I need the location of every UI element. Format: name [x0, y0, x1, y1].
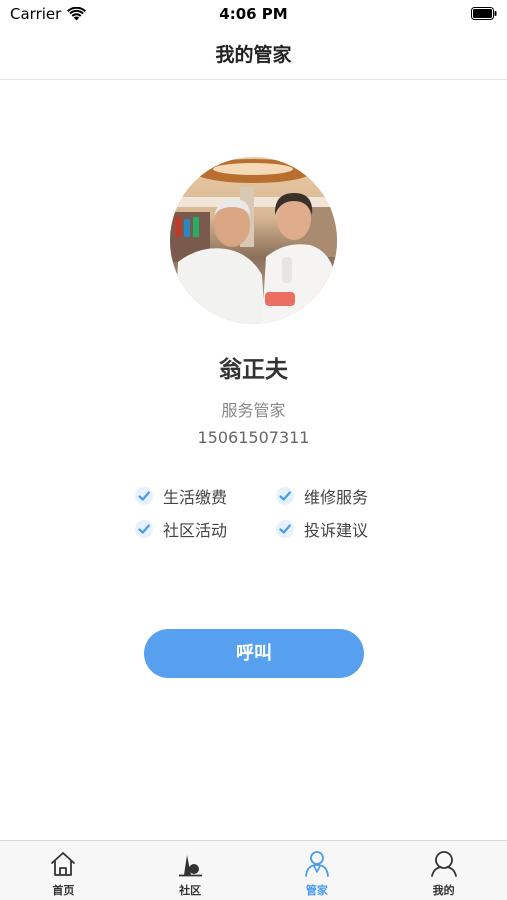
tab-profile[interactable]: 我的 [380, 841, 507, 900]
check-icon [135, 487, 153, 505]
service-item-complaints: 投诉建议 [275, 517, 368, 541]
screen: Carrier 4:06 PM 我的管家 翁正夫 服务管家 1506150731… [0, 0, 507, 900]
avatar-photo [170, 157, 337, 324]
service-label: 投诉建议 [304, 521, 369, 540]
check-icon [135, 520, 153, 538]
home-icon [51, 852, 76, 876]
tab-label: 我的 [432, 884, 455, 897]
status-time: 4:06 PM [219, 5, 288, 23]
butler-role: 服务管家 [221, 401, 286, 420]
call-button[interactable]: 呼叫 [144, 629, 364, 678]
check-icon [276, 520, 294, 538]
service-item-bill-payment: 生活缴费 [134, 484, 227, 508]
service-label: 维修服务 [304, 488, 369, 507]
tab-label: 管家 [305, 884, 328, 897]
service-label: 社区活动 [163, 521, 228, 540]
tab-butler[interactable]: 管家 [254, 841, 381, 900]
service-label: 生活缴费 [163, 488, 228, 507]
tab-home[interactable]: 首页 [0, 841, 127, 900]
profile-icon [430, 851, 457, 877]
butler-avatar [170, 157, 337, 324]
butler-phone: 15061507311 [197, 428, 310, 447]
butler-icon [304, 851, 329, 877]
tab-bar: 首页 社区 管家 我的 [0, 840, 507, 900]
status-bar: Carrier 4:06 PM [0, 0, 507, 28]
service-item-repair: 维修服务 [275, 484, 368, 508]
service-item-activities: 社区活动 [134, 517, 227, 541]
battery-icon [471, 7, 497, 20]
butler-name: 翁正夫 [219, 357, 288, 383]
community-icon [179, 855, 203, 877]
tab-label: 社区 [179, 884, 202, 897]
tab-community[interactable]: 社区 [127, 841, 254, 900]
page-title: 我的管家 [215, 44, 292, 66]
tab-label: 首页 [52, 884, 75, 897]
nav-bar: 我的管家 [0, 28, 507, 80]
check-icon [276, 487, 294, 505]
